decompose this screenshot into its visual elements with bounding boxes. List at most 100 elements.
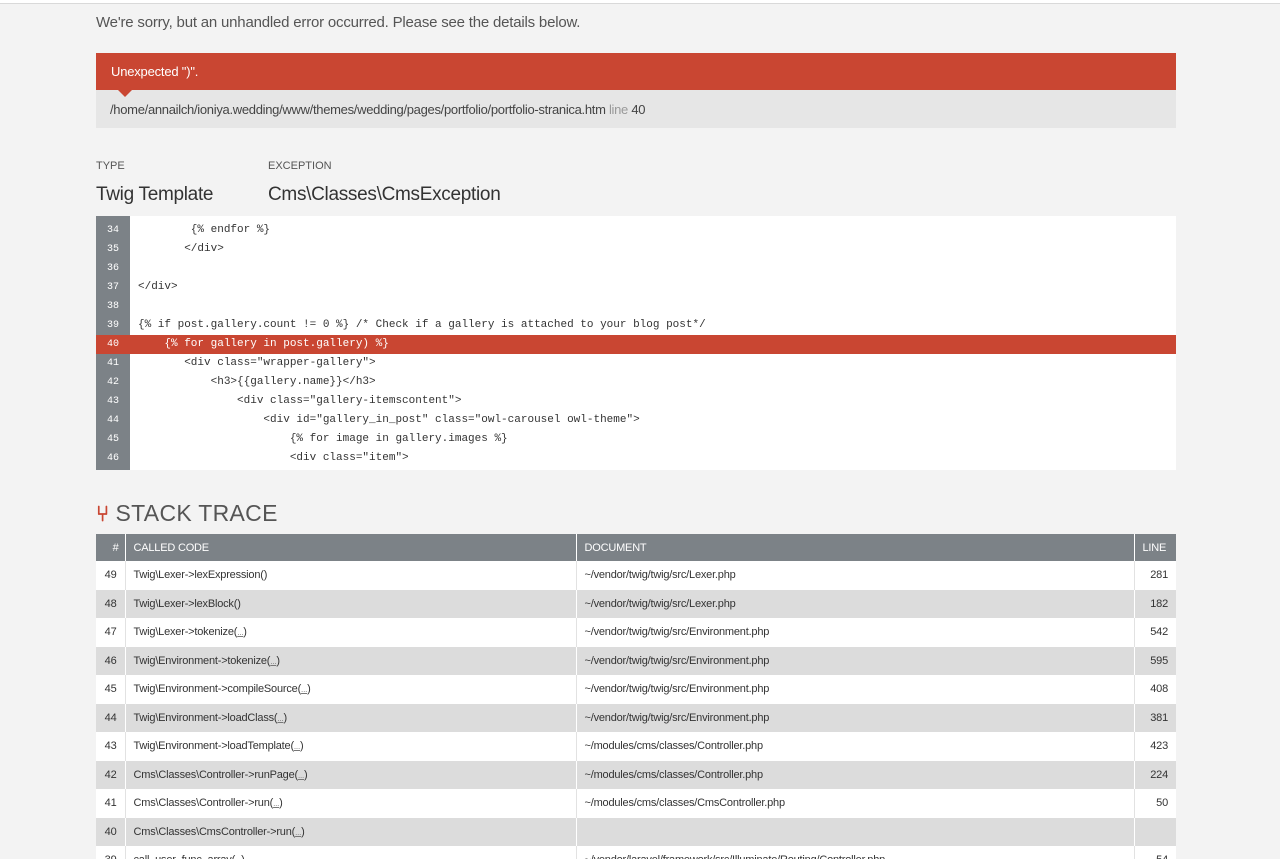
code-line: 36 xyxy=(96,259,1176,278)
trace-called-code: Cms\Classes\CmsController->run(...) xyxy=(125,817,577,846)
type-value: Twig Template xyxy=(96,184,214,205)
code-line: 44 <div id="gallery_in_post" class="owl-… xyxy=(96,411,1176,430)
code-line-text: <h3>{{gallery.name}}</h3> xyxy=(138,376,376,388)
stack-trace-header-row: # CALLED CODE DOCUMENT LINE xyxy=(96,534,1176,561)
trace-call-close-paren: ) xyxy=(304,768,308,781)
code-line: 38 xyxy=(96,297,1176,316)
code-line: 43 <div class="gallery-itemscontent"> xyxy=(96,392,1176,411)
trace-frame-number: 40 xyxy=(96,817,126,846)
code-line-number: 43 xyxy=(106,396,119,407)
stack-trace-row: 46 Twig\Environment->tokenize(...) ~/vendo… xyxy=(96,646,1176,675)
trace-line: 224 xyxy=(1134,760,1176,789)
trace-frame-number: 47 xyxy=(96,618,126,647)
error-line-label: line xyxy=(608,102,628,117)
trace-frame-number: 42 xyxy=(96,760,126,789)
trace-line: 595 xyxy=(1134,646,1176,675)
code-line-number: 44 xyxy=(106,415,119,426)
code-line-number: 35 xyxy=(106,244,119,255)
stack-trace-row: 40 Cms\Classes\CmsController->run(...) xyxy=(96,817,1176,846)
stack-trace-row: 43 Twig\Environment->loadTemplate(...) ~/m… xyxy=(96,732,1176,761)
code-line-number: 37 xyxy=(106,282,119,293)
code-line-text: <div class="item"> xyxy=(138,452,409,464)
stack-trace-row: 49 Twig\Lexer->lexExpression() ~/vendor/tw… xyxy=(96,561,1176,590)
trace-frame-number: 49 xyxy=(96,561,126,590)
trace-document: ~/vendor/twig/twig/src/Environment.php xyxy=(576,703,1135,732)
error-file-path: /home/annailch/ioniya.wedding/www/themes… xyxy=(110,102,606,117)
code-line: 35 </div> xyxy=(96,240,1176,259)
trace-call-close-paren: ) xyxy=(241,854,245,859)
error-intro-text: We're sorry, but an unhandled error occu… xyxy=(96,14,581,31)
trace-document: ~/vendor/twig/twig/src/Environment.php xyxy=(576,646,1135,675)
trace-call-close-paren: ) xyxy=(301,825,305,838)
code-line-number: 38 xyxy=(106,301,119,312)
trace-frame-number: 44 xyxy=(96,703,126,732)
code-line-text: <div class="gallery-itemscontent"> xyxy=(138,395,462,407)
code-line: 34 {% endfor %} xyxy=(96,221,1176,240)
trace-called-code: Twig\Environment->loadClass(...) xyxy=(125,703,577,732)
stack-trace-row: 48 Twig\Lexer->lexBlock() ~/vendor/twig/tw… xyxy=(96,589,1176,618)
top-border xyxy=(0,0,1280,4)
code-line: 42 <h3>{{gallery.name}}</h3> xyxy=(96,373,1176,392)
trace-called-code-text: Twig\Environment->loadTemplate( xyxy=(133,740,295,753)
trace-document: ~/vendor/twig/twig/src/Lexer.php xyxy=(576,561,1135,590)
trace-called-code-text: Twig\Environment->compileSource( xyxy=(133,683,302,696)
stack-trace-row: 44 Twig\Environment->loadClass(...) ~/vend… xyxy=(96,703,1176,732)
trace-called-code: Cms\Classes\Controller->runPage(...) xyxy=(125,760,577,789)
fork-icon: ⑂ xyxy=(96,500,110,526)
code-line-number: 46 xyxy=(106,453,119,464)
code-line-number: 34 xyxy=(106,225,119,236)
col-header-line: LINE xyxy=(1134,534,1176,561)
code-line-text: </div> xyxy=(138,281,178,293)
stack-trace-row: 45 Twig\Environment->compileSource(...) ~/… xyxy=(96,675,1176,704)
col-header-called-code: CALLED CODE xyxy=(125,534,577,561)
trace-called-code: Twig\Environment->loadTemplate(...) xyxy=(125,732,577,761)
trace-line xyxy=(1134,817,1176,846)
code-line-text: </div> xyxy=(138,243,224,255)
trace-line: 182 xyxy=(1134,589,1176,618)
trace-called-code: Cms\Classes\Controller->run(...) xyxy=(125,789,577,818)
trace-frame-number: 39 xyxy=(96,846,126,859)
trace-frame-number: 48 xyxy=(96,589,126,618)
stack-trace-row: 42 Cms\Classes\Controller->runPage(...) ~/… xyxy=(96,760,1176,789)
trace-called-code: Twig\Environment->tokenize(...) xyxy=(125,646,577,675)
trace-document: ~/modules/cms/classes/Controller.php xyxy=(576,760,1135,789)
trace-document: ~/modules/cms/classes/Controller.php xyxy=(576,732,1135,761)
trace-frame-number: 46 xyxy=(96,646,126,675)
trace-document xyxy=(576,817,1135,846)
stack-trace-row: 39call_user_func_array(...)~/vendor/lara… xyxy=(96,846,1176,859)
trace-line: 423 xyxy=(1134,732,1176,761)
trace-call-close-paren: ) xyxy=(243,626,247,639)
trace-call-close-paren: ) xyxy=(283,711,287,724)
trace-called-code-text: Twig\Environment->tokenize( xyxy=(133,654,271,667)
code-line-number: 36 xyxy=(106,263,119,274)
stack-trace-heading: ⑂ STACK TRACE xyxy=(96,500,1176,527)
stack-trace-title: STACK TRACE xyxy=(115,500,278,526)
trace-called-code: Twig\Environment->compileSource(...) xyxy=(125,675,577,704)
exception-value: Cms\Classes\CmsException xyxy=(268,184,501,205)
col-header-number: # xyxy=(96,534,126,561)
trace-called-code-text: Twig\Lexer->lexBlock() xyxy=(133,597,241,610)
code-line-number: 39 xyxy=(106,320,119,331)
trace-called-code: call_user_func_array(...) xyxy=(125,846,577,859)
code-line-text: <div id="gallery_in_post" class="owl-car… xyxy=(138,414,640,426)
code-line-text: <div class="wrapper-gallery"> xyxy=(138,357,376,369)
trace-called-code-text: Cms\Classes\Controller->run( xyxy=(133,797,274,810)
trace-call-close-paren: ) xyxy=(279,797,283,810)
trace-document: ~/vendor/twig/twig/src/Lexer.php xyxy=(576,589,1135,618)
trace-called-code-text: Twig\Lexer->lexExpression() xyxy=(133,569,268,582)
trace-line: 50 xyxy=(1134,789,1176,818)
error-message: Unexpected ")". xyxy=(96,53,1176,97)
code-line-text: {% if post.gallery.count != 0 %} /* Chec… xyxy=(138,319,706,331)
trace-called-code: Twig\Lexer->lexBlock() xyxy=(125,589,577,618)
code-line-number: 41 xyxy=(106,358,119,369)
error-line-number: 40 xyxy=(631,102,646,117)
trace-line: 54 xyxy=(1134,846,1176,859)
code-line-number: 40 xyxy=(106,339,119,350)
code-line-text: {% endfor %} xyxy=(138,224,271,236)
code-line-text: {% for image in gallery.images %} xyxy=(138,433,508,445)
trace-call-close-paren: ) xyxy=(299,740,304,753)
trace-document: ~/vendor/twig/twig/src/Environment.php xyxy=(576,675,1135,704)
code-line-number: 45 xyxy=(106,434,119,445)
code-line: 37 </div> xyxy=(96,278,1176,297)
trace-called-code-text: Cms\Classes\CmsController->run( xyxy=(133,825,296,838)
